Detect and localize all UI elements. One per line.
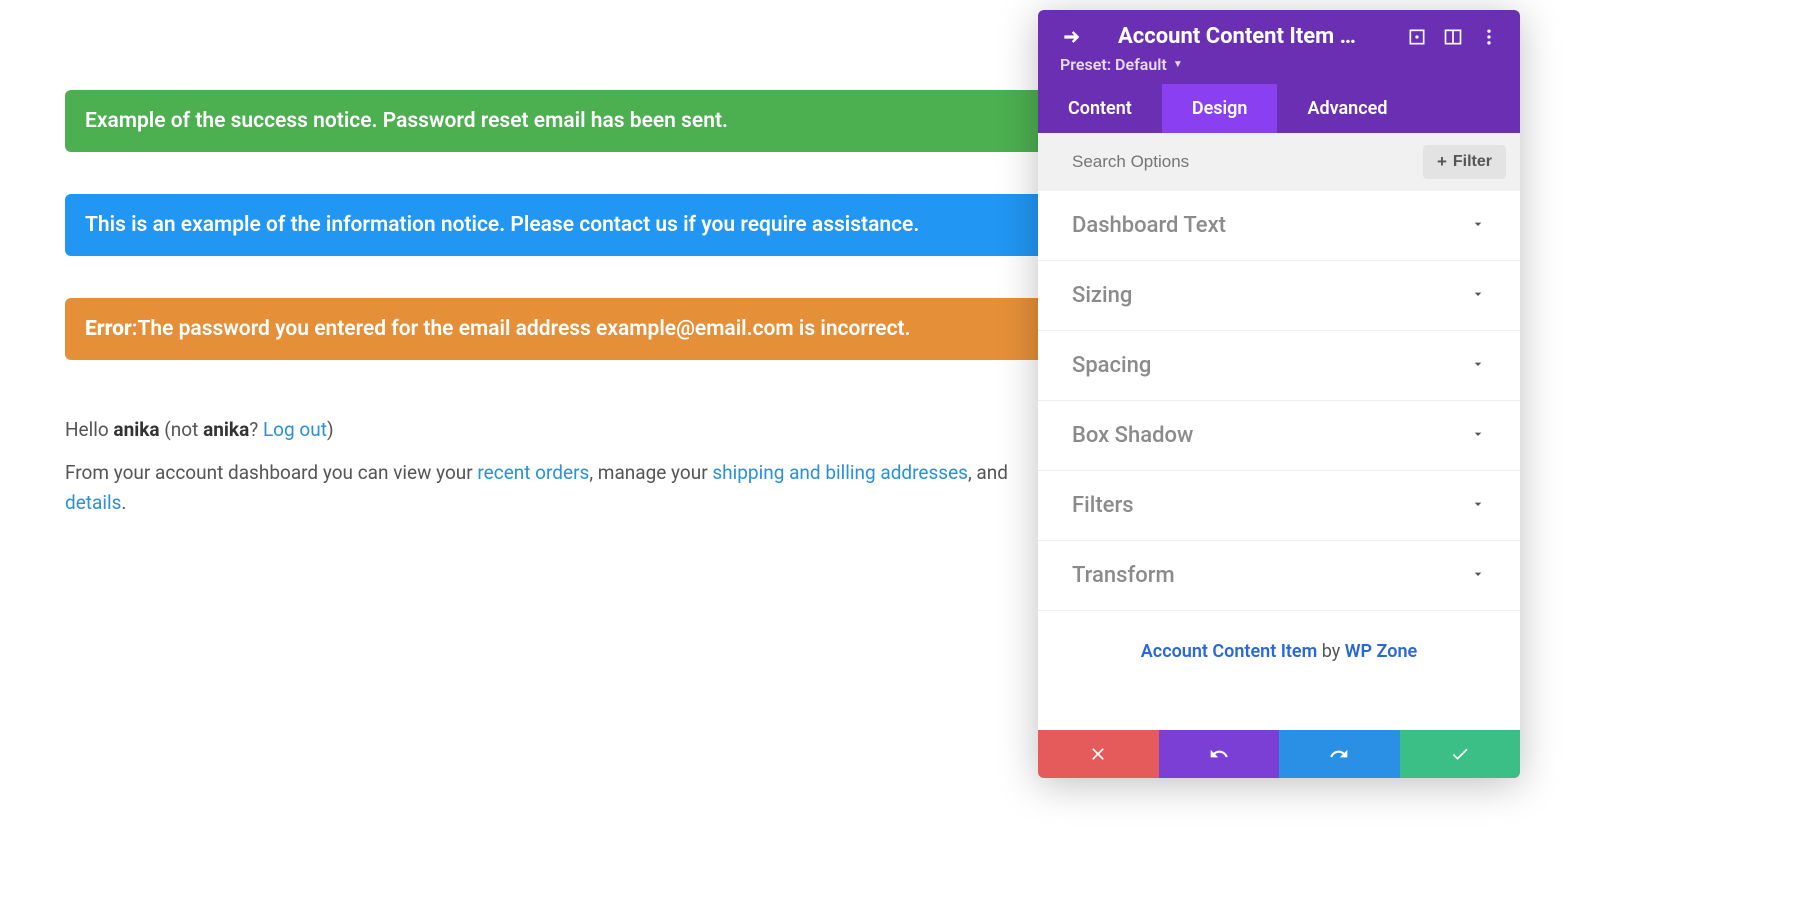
dash-line2c: , and	[968, 461, 1008, 484]
cancel-button[interactable]	[1038, 730, 1159, 778]
panel-title: Account Content Item …	[1118, 24, 1392, 49]
dash-line2d: .	[121, 491, 126, 514]
close-paren: )	[327, 418, 334, 441]
caret-down-icon: ▼	[1173, 59, 1183, 70]
option-filters[interactable]: Filters	[1038, 471, 1520, 541]
recent-orders-link[interactable]: recent orders	[477, 461, 589, 484]
module-name-link[interactable]: Account Content Item	[1141, 641, 1317, 662]
chevron-down-icon	[1470, 426, 1486, 446]
settings-panel: Account Content Item … Preset: Default ▼…	[1038, 10, 1520, 778]
chevron-down-icon	[1470, 356, 1486, 376]
search-input[interactable]	[1072, 152, 1423, 172]
option-label: Spacing	[1072, 353, 1151, 378]
option-box-shadow[interactable]: Box Shadow	[1038, 401, 1520, 471]
addresses-link[interactable]: shipping and billing addresses	[712, 461, 968, 484]
byline-by: by	[1317, 641, 1344, 662]
filter-label: Filter	[1453, 153, 1492, 171]
option-label: Dashboard Text	[1072, 213, 1226, 238]
preset-label: Preset: Default	[1060, 55, 1167, 74]
chevron-down-icon	[1470, 216, 1486, 236]
notice-error-label: Error	[85, 317, 132, 341]
hello-text: Hello	[65, 418, 113, 441]
username-repeat: anika	[203, 418, 249, 441]
option-sizing[interactable]: Sizing	[1038, 261, 1520, 331]
action-bar	[1038, 730, 1520, 778]
back-icon[interactable]	[1060, 26, 1082, 48]
option-label: Filters	[1072, 493, 1134, 518]
filter-button[interactable]: + Filter	[1423, 145, 1506, 179]
option-label: Box Shadow	[1072, 423, 1193, 448]
chevron-down-icon	[1470, 566, 1486, 586]
tab-design[interactable]: Design	[1162, 84, 1278, 133]
option-transform[interactable]: Transform	[1038, 541, 1520, 611]
notice-error-text: :The password you entered for the email …	[132, 317, 911, 341]
option-spacing[interactable]: Spacing	[1038, 331, 1520, 401]
tab-content[interactable]: Content	[1038, 84, 1162, 133]
not-prefix: (not	[160, 418, 203, 441]
module-byline: Account Content Item by WP Zone	[1038, 611, 1520, 702]
option-dashboard-text[interactable]: Dashboard Text	[1038, 191, 1520, 261]
undo-button[interactable]	[1159, 730, 1280, 778]
undo-arrow-icon[interactable]	[1082, 26, 1104, 48]
panel-tabs: Content Design Advanced	[1038, 84, 1520, 133]
logout-link[interactable]: Log out	[263, 418, 327, 441]
search-row: + Filter	[1038, 133, 1520, 191]
notice-info-text: This is an example of the information no…	[85, 213, 919, 237]
not-suffix: ?	[249, 418, 263, 441]
chevron-down-icon	[1470, 286, 1486, 306]
dash-line2a: From your account dashboard you can view…	[65, 461, 477, 484]
preset-selector[interactable]: Preset: Default ▼	[1060, 55, 1183, 74]
chevron-down-icon	[1470, 496, 1486, 516]
tab-advanced[interactable]: Advanced	[1277, 84, 1417, 133]
save-button[interactable]	[1400, 730, 1521, 778]
options-list: Dashboard Text Sizing Spacing Box Shadow…	[1038, 191, 1520, 730]
author-link[interactable]: WP Zone	[1345, 641, 1417, 662]
more-icon[interactable]	[1478, 26, 1500, 48]
option-label: Transform	[1072, 563, 1175, 588]
username: anika	[113, 418, 159, 441]
notice-success-text: Example of the success notice. Password …	[85, 109, 728, 133]
redo-button[interactable]	[1279, 730, 1400, 778]
dash-line2b: , manage your	[589, 461, 712, 484]
columns-icon[interactable]	[1442, 26, 1464, 48]
plus-icon: +	[1437, 152, 1447, 172]
account-details-link[interactable]: details	[65, 491, 121, 514]
option-label: Sizing	[1072, 283, 1132, 308]
panel-header: Account Content Item … Preset: Default ▼	[1038, 10, 1520, 84]
expand-icon[interactable]	[1406, 26, 1428, 48]
